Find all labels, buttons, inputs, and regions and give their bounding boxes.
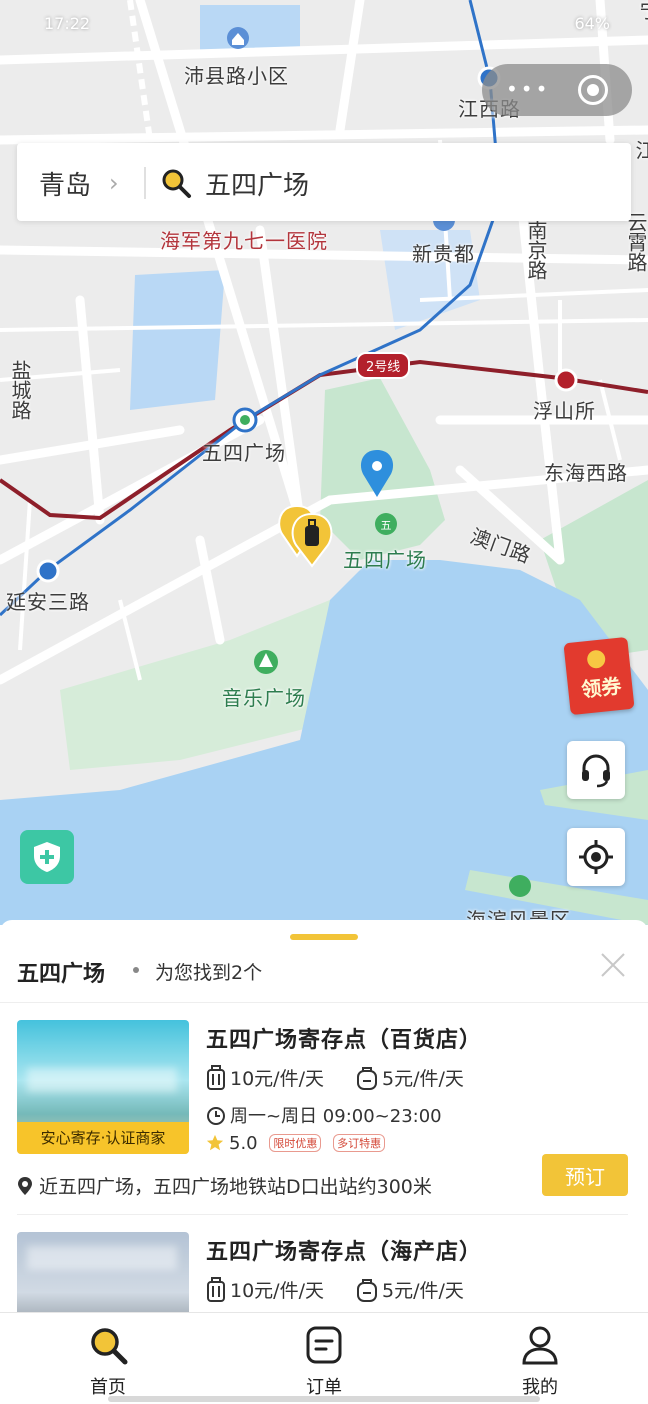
tab-orders[interactable]: 订单: [216, 1313, 432, 1404]
luggage-icon: [207, 1065, 225, 1090]
locate-button[interactable]: [567, 828, 625, 886]
sheet-title: 五四广场: [17, 962, 106, 987]
photo-blur: [27, 1068, 177, 1092]
home-indicator: [108, 1396, 540, 1402]
bottom-tab-bar: 首页 订单 我的: [0, 1312, 648, 1404]
status-battery: 64%: [574, 14, 610, 33]
address-text: 近五四广场，五四广场地铁站D口出站约300米: [39, 1176, 432, 1198]
search-icon: [160, 167, 192, 199]
status-time: 17:22: [44, 14, 91, 33]
map-label-wusi-station: 五四广场: [202, 441, 286, 465]
locate-icon: [579, 840, 613, 874]
opening-hours: 周一~周日 09:00~23:00: [206, 1102, 442, 1128]
backpack-icon: [357, 1067, 377, 1090]
luggage-price-text: 10元/件/天: [230, 1068, 324, 1090]
location-pin-icon: [18, 1177, 32, 1195]
close-miniprogram-icon[interactable]: [578, 75, 608, 105]
more-icon[interactable]: •••: [506, 77, 550, 101]
result-count: 为您找到2个: [155, 962, 263, 984]
certified-badge: 安心寄存·认证商家: [17, 1122, 189, 1154]
search-bar: 青岛 › 五四广场: [17, 143, 631, 221]
safety-shield-button[interactable]: [20, 830, 74, 884]
svg-text:五: 五: [381, 519, 392, 532]
title-separator-dot: [133, 967, 139, 973]
map-label-xinguidu: 新贵都: [412, 242, 475, 266]
clock-icon: [207, 1107, 225, 1125]
map-label-peixian: 沛县路小区: [184, 64, 289, 88]
rating-row: 5.0 限时优惠 多订特惠: [206, 1133, 386, 1154]
chevron-right-icon[interactable]: ›: [109, 169, 119, 197]
bag-price: 5元/件/天: [356, 1064, 464, 1091]
map-label-hospital: 海军第九七一医院: [160, 229, 328, 253]
user-icon: [522, 1326, 558, 1365]
bag-price: 5元/件/天: [356, 1276, 464, 1303]
tab-mine[interactable]: 我的: [432, 1313, 648, 1404]
luggage-icon: [207, 1277, 225, 1302]
store-address: 近五四广场，五四广场地铁站D口出站约300米: [17, 1172, 432, 1199]
customer-service-button[interactable]: [567, 741, 625, 799]
metro-line-2-badge: 2号线: [356, 352, 411, 379]
store-name: 五四广场寄存点（海产店）: [206, 1240, 483, 1265]
map-label-fushansuo: 浮山所: [533, 399, 596, 423]
shield-icon: [34, 842, 60, 872]
backpack-icon: [357, 1279, 377, 1302]
store-card[interactable]: 五四广场寄存点（海产店） 10元/件/天 5元/件/天: [0, 1232, 648, 1312]
map-label-yunxiao-road: 云霄路: [624, 212, 648, 272]
luggage-price: 10元/件/天: [206, 1064, 324, 1091]
orders-icon: [306, 1326, 342, 1364]
map-label-edge-right: 江: [632, 140, 648, 160]
star-icon: [206, 1134, 224, 1151]
sheet-drag-handle[interactable]: [290, 934, 358, 940]
map-label-yanan-san: 延安三路: [6, 590, 90, 614]
store-divider: [17, 1214, 628, 1215]
status-bar: 17:22 64%: [0, 0, 648, 50]
luggage-price-text: 10元/件/天: [230, 1280, 324, 1302]
tag-limited-offer: 限时优惠: [269, 1134, 322, 1152]
miniprogram-capsule: •••: [482, 64, 632, 116]
headset-icon: [582, 754, 610, 788]
search-input[interactable]: 五四广场: [205, 165, 309, 202]
map-label-yancheng-road: 盐城路: [8, 360, 32, 420]
tab-home[interactable]: 首页: [0, 1313, 216, 1404]
map-label-wusi-square: 五四广场: [343, 548, 427, 572]
map-label-music-square: 音乐广场: [222, 686, 306, 710]
coupon-label: 领券: [580, 673, 623, 702]
map-label-nanjing-road: 南京路: [524, 220, 548, 280]
map-view[interactable]: 五 沛县路小区 江西路 海军第九七一医院 新贵都 南京路 云霄路 江 宁 盐城路…: [0, 0, 648, 925]
store-photo: [17, 1232, 189, 1312]
store-photo: 安心寄存·认证商家: [17, 1020, 189, 1154]
store-card[interactable]: 安心寄存·认证商家 五四广场寄存点（百货店） 10元/件/天 5元/件/天 周一…: [0, 1020, 648, 1220]
rating-value: 5.0: [229, 1133, 258, 1154]
photo-blur: [27, 1246, 177, 1270]
city-selector[interactable]: 青岛: [39, 165, 91, 202]
tag-multi-discount: 多订特惠: [333, 1134, 386, 1152]
sheet-divider: [0, 1002, 648, 1003]
bag-price-text: 5元/件/天: [382, 1280, 464, 1302]
search-divider: [144, 167, 146, 199]
results-sheet: 五四广场 为您找到2个 安心寄存·认证商家 五四广场寄存点（百货店） 10元/件…: [0, 920, 648, 1312]
hours-text: 周一~周日 09:00~23:00: [230, 1106, 442, 1127]
luggage-price: 10元/件/天: [206, 1276, 324, 1303]
store-name: 五四广场寄存点（百货店）: [206, 1028, 483, 1053]
search-icon: [91, 1328, 128, 1365]
book-button[interactable]: 预订: [542, 1154, 628, 1196]
close-icon[interactable]: [598, 950, 628, 980]
map-label-donghai-west: 东海西路: [544, 461, 628, 485]
bag-price-text: 5元/件/天: [382, 1068, 464, 1090]
coupon-button[interactable]: 领券: [563, 636, 635, 716]
